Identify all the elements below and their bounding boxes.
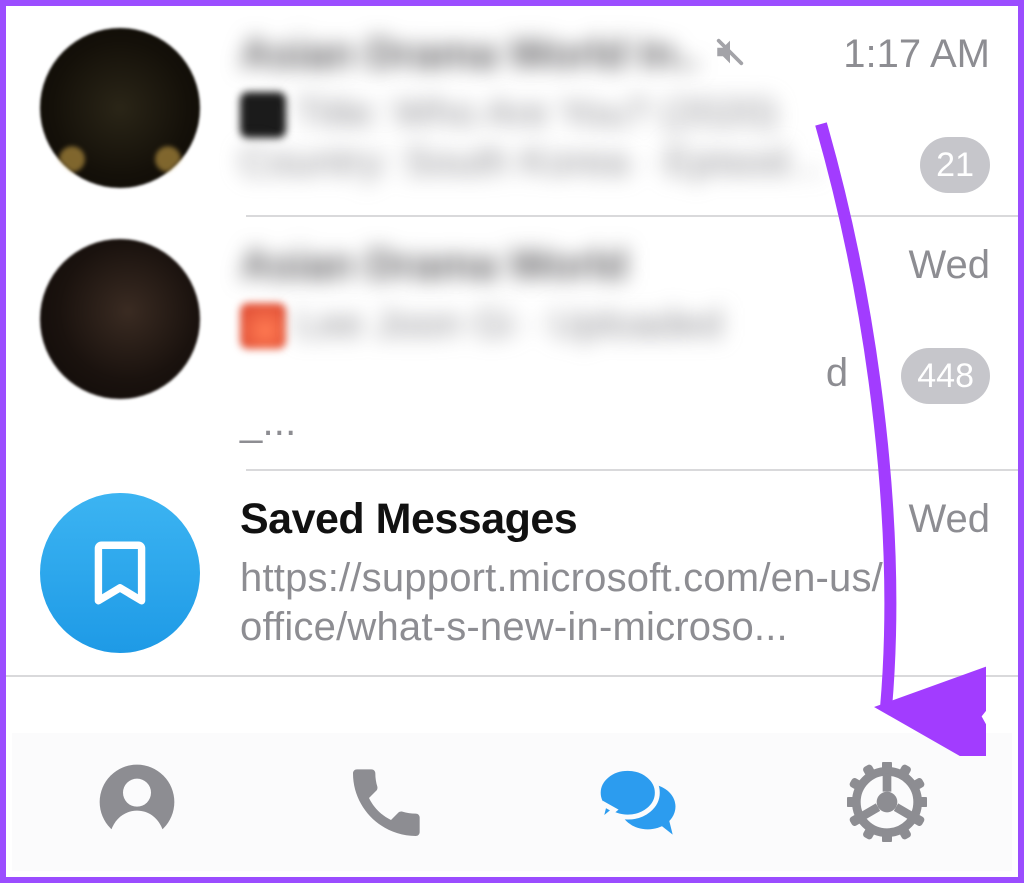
phone-icon [347, 762, 427, 842]
tab-chats[interactable] [592, 757, 682, 847]
chat-list: Asian Drama World In.. Title: Who Are Yo… [6, 6, 1018, 677]
chat-body: Asian Drama World Lee Joon Gi · Uploaded… [240, 239, 889, 447]
chat-body: Asian Drama World In.. Title: Who Are Yo… [240, 28, 831, 187]
chat-body: Saved Messages https://support.microsoft… [240, 493, 896, 652]
chat-time: Wed [908, 497, 990, 542]
chat-title: Asian Drama World In.. [240, 30, 699, 79]
bookmark-icon [83, 536, 157, 610]
gear-icon [847, 762, 927, 842]
chat-title: Saved Messages [240, 495, 577, 544]
preview-thumb [240, 92, 286, 138]
preview-thumb [240, 303, 286, 349]
chat-meta: 1:17 AM 21 [843, 28, 990, 193]
avatar [40, 239, 200, 399]
chat-row[interactable]: Asian Drama World Lee Joon Gi · Uploaded… [6, 217, 1018, 469]
avatar [40, 28, 200, 188]
chat-row[interactable]: Asian Drama World In.. Title: Who Are Yo… [6, 6, 1018, 215]
unread-badge: 21 [920, 137, 990, 193]
saved-messages-avatar [40, 493, 200, 653]
tab-calls[interactable] [342, 757, 432, 847]
chat-preview: Title: Who Are You? (2020) Country: Sout… [240, 89, 831, 187]
divider [6, 675, 1018, 677]
chat-meta: Wed [908, 493, 990, 542]
chat-time: 1:17 AM [843, 32, 990, 77]
tab-bar [12, 733, 1012, 871]
chats-icon [597, 762, 677, 842]
person-icon [97, 762, 177, 842]
chat-meta: Wed 448 [901, 239, 990, 404]
unread-badge: 448 [901, 348, 990, 404]
tab-contacts[interactable] [92, 757, 182, 847]
chat-preview: https://support.microsoft.com/en-us/offi… [240, 554, 896, 652]
chat-preview: Lee Joon Gi · Uploaded xxxxxxxxxxxxxxxxx… [240, 300, 889, 447]
chat-time: Wed [908, 243, 990, 288]
muted-icon [713, 35, 747, 74]
tab-settings[interactable] [842, 757, 932, 847]
chat-title: Asian Drama World [240, 241, 627, 290]
chat-row-saved-messages[interactable]: Saved Messages https://support.microsoft… [6, 471, 1018, 675]
